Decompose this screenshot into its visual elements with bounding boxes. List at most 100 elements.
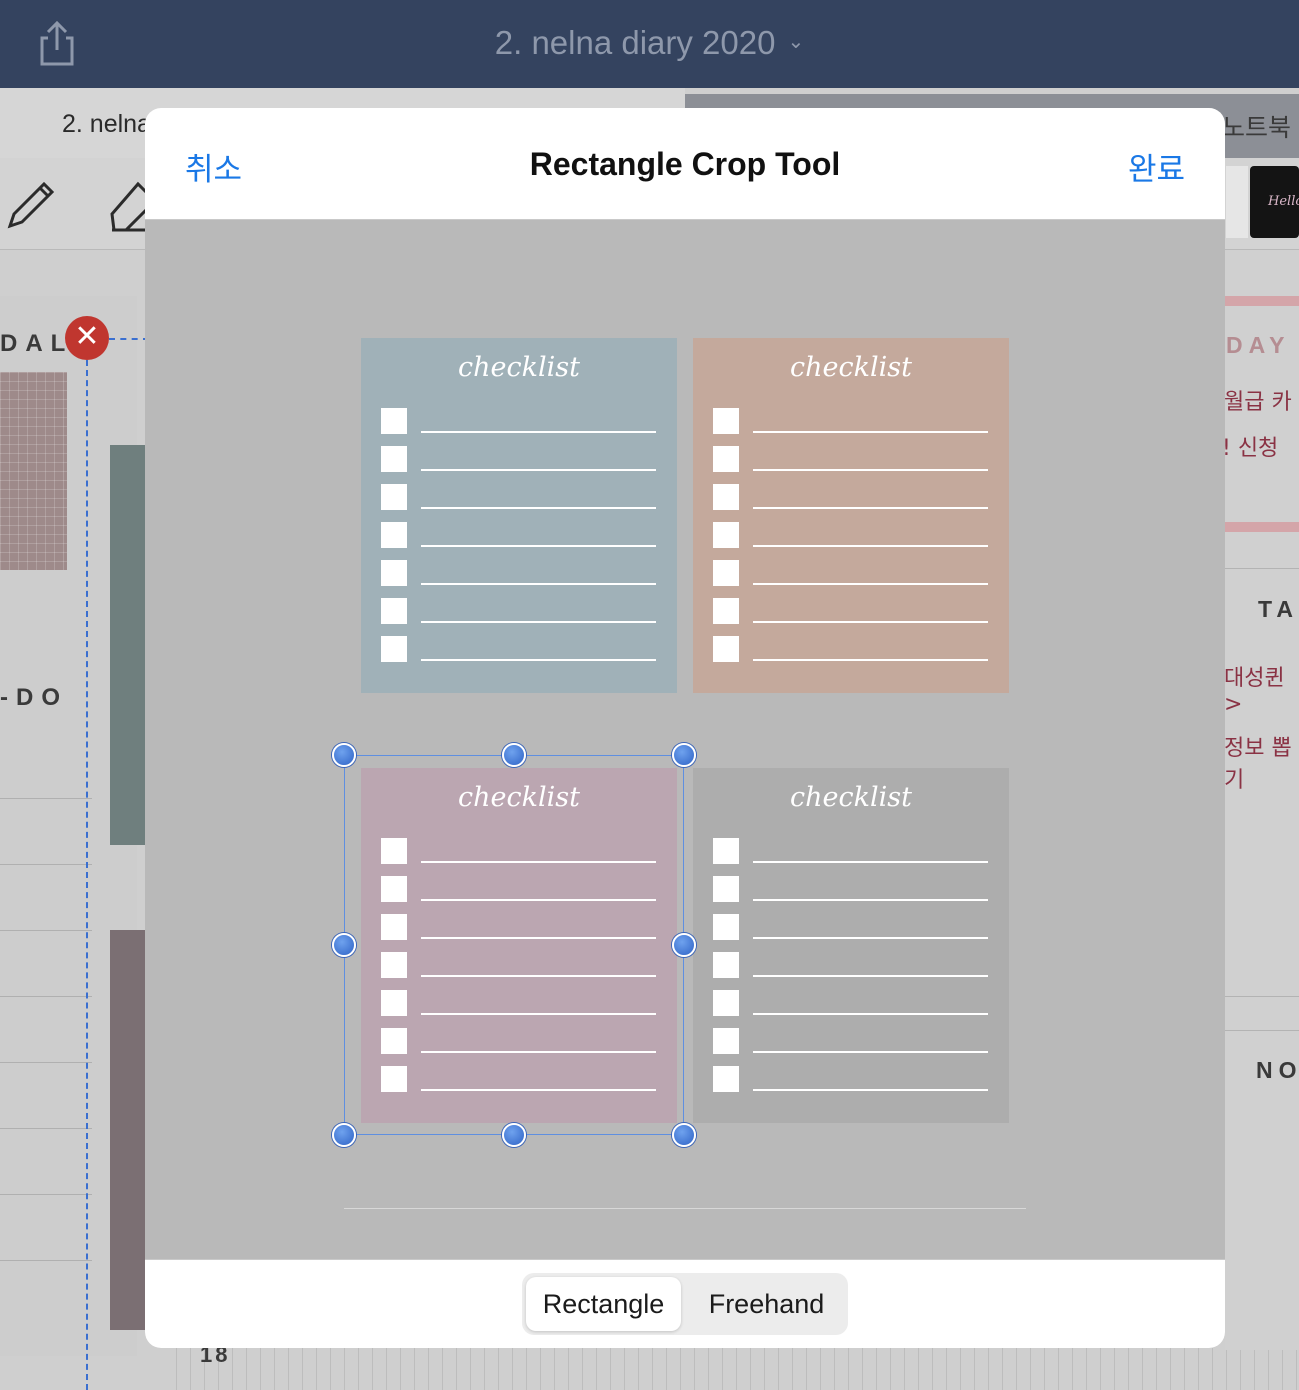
modal-title: Rectangle Crop Tool (529, 146, 841, 182)
crop-handle-right[interactable] (672, 933, 696, 957)
tab-notebooks-label[interactable]: 노트북 (1222, 108, 1291, 144)
handwriting: 대성퀸 > (1224, 666, 1285, 717)
checkbox-square (713, 1028, 739, 1054)
checklist-row (713, 838, 989, 864)
writing-line (421, 507, 656, 509)
checklist-row (381, 484, 657, 510)
grid-paper (176, 1348, 1299, 1390)
checklist-row (713, 408, 989, 434)
chevron-down-icon[interactable]: ⌄ (787, 29, 804, 54)
handwriting: ! 신청 (1222, 436, 1279, 461)
checkbox-square (381, 446, 407, 472)
crop-mode-segmented-control[interactable]: Rectangle Freehand (522, 1273, 848, 1335)
writing-line (753, 507, 988, 509)
checkbox-square (713, 876, 739, 902)
label-goal: DAL (0, 330, 74, 357)
writing-line (421, 431, 656, 433)
checkbox-square (381, 636, 407, 662)
checklist-row (381, 408, 657, 434)
done-button[interactable]: 완료 (1128, 144, 1185, 189)
crop-handle-bottom[interactable] (502, 1123, 526, 1147)
writing-line (421, 545, 656, 547)
crop-selection-rectangle[interactable] (344, 755, 684, 1135)
checkbox-square (713, 990, 739, 1016)
checklist-row (381, 598, 657, 624)
writing-line (753, 937, 988, 939)
segment-rectangle[interactable]: Rectangle (526, 1277, 681, 1331)
checkbox-square (713, 408, 739, 434)
segment-freehand[interactable]: Freehand (689, 1277, 844, 1331)
crop-modal: 취소 Rectangle Crop Tool 완료 checklist check… (145, 108, 1225, 1348)
canvas-divider (344, 1208, 1026, 1209)
checklist-row (713, 876, 989, 902)
writing-line (753, 899, 988, 901)
checkbox-square (713, 952, 739, 978)
close-icon[interactable]: ✕ (65, 316, 109, 360)
tab-current-label[interactable]: 2. nelna (62, 110, 151, 139)
writing-line (753, 469, 988, 471)
mauve-tab-sticker (110, 930, 145, 1330)
checklist-card-title: checklist (790, 782, 912, 813)
writing-line (753, 659, 988, 661)
writing-line (421, 469, 656, 471)
checklist-row (381, 446, 657, 472)
eraser-icon[interactable] (108, 178, 148, 234)
handwriting: 정보 뽑기 (1224, 736, 1292, 793)
page-thumbnail[interactable] (1226, 166, 1248, 238)
checkbox-square (381, 408, 407, 434)
divider (0, 1128, 92, 1129)
pink-grid-sticker (0, 372, 67, 570)
checkbox-square (713, 1066, 739, 1092)
pink-band (1225, 522, 1299, 532)
checkbox-square (713, 560, 739, 586)
checklist-card-title: checklist (458, 352, 580, 383)
writing-line (753, 1013, 988, 1015)
writing-line (753, 975, 988, 977)
divider (0, 1194, 92, 1195)
checklist-card: checklist (693, 338, 1009, 693)
checkbox-square (381, 522, 407, 548)
document-title[interactable]: 2. nelna diary 2020 ⌄ (0, 24, 1299, 62)
crop-handle-top-right[interactable] (672, 743, 696, 767)
pen-icon[interactable] (4, 176, 56, 232)
checklist-row (713, 636, 989, 662)
crop-handle-top[interactable] (502, 743, 526, 767)
checklist-row (713, 914, 989, 940)
checklist-row (713, 598, 989, 624)
checklist-row (713, 446, 989, 472)
checkbox-square (713, 446, 739, 472)
divider (0, 930, 92, 931)
checklist-row (381, 560, 657, 586)
checklist-card: checklist (693, 768, 1009, 1123)
checklist-row (713, 484, 989, 510)
divider (0, 996, 92, 997)
writing-line (753, 861, 988, 863)
crop-handle-bottom-left[interactable] (332, 1123, 356, 1147)
writing-line (753, 583, 988, 585)
checklist-row (381, 522, 657, 548)
label-notes: NO (1256, 1057, 1299, 1083)
divider (0, 1062, 92, 1063)
writing-line (421, 583, 656, 585)
checkbox-square (713, 914, 739, 940)
checklist-row (713, 560, 989, 586)
checklist-card-title: checklist (790, 352, 912, 383)
crop-handle-left[interactable] (332, 933, 356, 957)
label-task: TA (1258, 596, 1299, 622)
crop-handle-bottom-right[interactable] (672, 1123, 696, 1147)
checklist-row (713, 1028, 989, 1054)
writing-line (421, 621, 656, 623)
divider (0, 1260, 92, 1261)
checklist-row (713, 952, 989, 978)
document-title-text[interactable]: 2. nelna diary 2020 (495, 24, 776, 61)
thumbnail-text: Hello (1268, 194, 1299, 209)
writing-line (753, 545, 988, 547)
checkbox-square (381, 598, 407, 624)
checkbox-square (713, 636, 739, 662)
crop-handle-top-left[interactable] (332, 743, 356, 767)
checklist-row (381, 636, 657, 662)
pink-band (1225, 296, 1299, 306)
divider (0, 864, 92, 865)
checkbox-square (381, 560, 407, 586)
writing-line (753, 1089, 988, 1091)
